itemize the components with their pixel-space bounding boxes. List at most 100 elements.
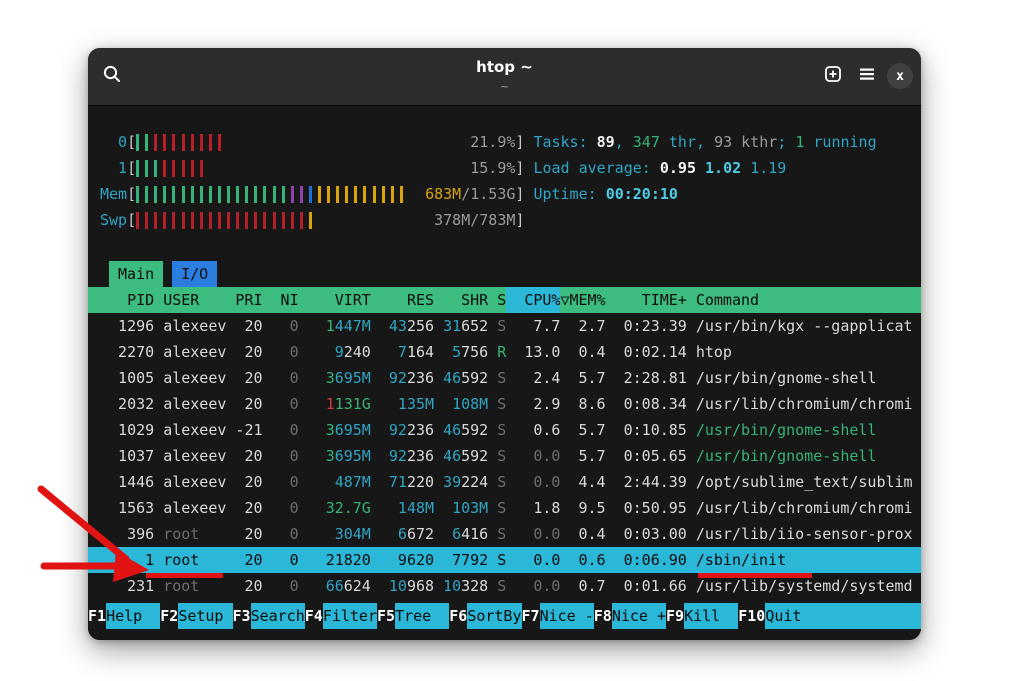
fkey-action-label: Help [106, 603, 160, 629]
meter-bar [373, 186, 376, 203]
cell-shr: 10328 [434, 573, 488, 599]
new-tab-button[interactable] [819, 62, 847, 90]
info-text: 1.02 [705, 159, 750, 177]
cell-mem-percent: 5.7 [569, 365, 605, 391]
process-row[interactable]: 2270alexeev200924071645756R13.00.40:02.1… [88, 339, 921, 365]
process-row[interactable]: 2032alexeev2001131G135M108MS2.98.60:08.3… [88, 391, 921, 417]
menu-button[interactable] [853, 62, 881, 90]
fkey-key-label: F3 [233, 603, 251, 629]
column-header-cpu[interactable]: CPU% [506, 287, 560, 313]
cell-res: 6672 [371, 521, 434, 547]
fkey-action-label: Quit [765, 603, 921, 629]
meter-bar [236, 186, 239, 203]
meter-bars [136, 181, 409, 207]
fkey-setup[interactable]: F2Setup [160, 603, 232, 629]
process-row[interactable]: 396root200304M66726416S0.00.40:03.00/usr… [88, 521, 921, 547]
close-button[interactable]: x [887, 63, 913, 89]
tab-main[interactable]: Main [109, 261, 163, 287]
meter-bar [291, 186, 294, 203]
meter-bar [200, 160, 203, 177]
cell-state: S [488, 313, 506, 339]
cell-cpu-percent: 13.0 [506, 339, 560, 365]
meter-bar [273, 212, 276, 229]
cell-pid: 1005 [100, 365, 154, 391]
terminal: 0[21.9%]Tasks: 89, 347 thr, 93 kthr; 1 r… [88, 107, 921, 640]
meter-line-cpu1: 1[15.9%]Load average: 0.95 1.02 1.19 [100, 155, 921, 181]
process-row-selected[interactable]: 1root2002182096207792S0.00.60:06.90/sbin… [88, 547, 921, 573]
meter-value-text: 15.9% [470, 159, 515, 177]
column-header-virt[interactable]: VIRT [299, 287, 371, 313]
meter-bar [382, 186, 385, 203]
cell-state: S [488, 495, 506, 521]
cell-pri: 20 [235, 469, 262, 495]
info-text: Load average: [533, 159, 659, 177]
cell-res-part: 6 [398, 525, 407, 543]
cell-ni: 0 [263, 313, 299, 339]
cell-ni: 0 [263, 391, 299, 417]
meter-bar [154, 212, 157, 229]
cell-command: /usr/bin/gnome-shell [696, 443, 921, 469]
cell-res: 7164 [371, 339, 434, 365]
fkey-filter[interactable]: F4Filter [305, 603, 377, 629]
meter-bar [172, 212, 175, 229]
meter-line-mem: Mem[683M/1.53G]Uptime: 00:20:10 [100, 181, 921, 207]
fkey-key-label: F5 [377, 603, 395, 629]
process-row[interactable]: 1005alexeev2003695M9223646592S2.45.72:28… [88, 365, 921, 391]
cell-virt-part: 131G [335, 395, 371, 413]
meter-close-bracket: ] [515, 181, 524, 207]
fkey-sortby[interactable]: F6SortBy [449, 603, 521, 629]
new-tab-icon [823, 64, 843, 88]
fkey-help[interactable]: F1Help [88, 603, 160, 629]
meter-value-text: 21.9% [470, 133, 515, 151]
cell-res-part: 236 [407, 369, 434, 387]
column-header-mem[interactable]: MEM% [569, 287, 605, 313]
fkey-nice[interactable]: F8Nice + [594, 603, 666, 629]
cell-shr: 46592 [434, 417, 488, 443]
meter-bar [163, 212, 166, 229]
cell-res-part: 71 [389, 473, 407, 491]
fkey-nice[interactable]: F7Nice - [522, 603, 594, 629]
cell-time: 2:44.39 [606, 469, 687, 495]
cell-res: 92236 [371, 443, 434, 469]
process-row[interactable]: 1446alexeev200487M7122039224S0.04.42:44.… [88, 469, 921, 495]
process-row[interactable]: 1563alexeev20032.7G148M103MS1.89.50:50.9… [88, 495, 921, 521]
cell-shr-part: 5 [452, 343, 461, 361]
meter-bar [254, 186, 257, 203]
column-header-user[interactable]: USER [163, 287, 235, 313]
column-header-ni[interactable]: NI [263, 287, 299, 313]
meter-swp: 378M/783M [136, 207, 515, 233]
cell-command: /usr/bin/kgx --gapplicat [696, 313, 921, 339]
meter-value: 15.9% [470, 155, 515, 181]
cell-ni: 0 [263, 521, 299, 547]
process-row[interactable]: 1296alexeev2001447M4325631652S7.72.70:23… [88, 313, 921, 339]
tab-io[interactable]: I/O [172, 261, 217, 287]
column-header-s[interactable]: S [488, 287, 506, 313]
column-header-pid[interactable]: PID [100, 287, 154, 313]
cell-user: root [163, 573, 235, 599]
cell-res-part: 92 [389, 421, 407, 439]
cell-cpu-percent: 0.0 [506, 443, 560, 469]
fkey-quit[interactable]: F10Quit [738, 603, 921, 629]
cell-shr: 46592 [434, 365, 488, 391]
cell-mem-percent: 2.7 [569, 313, 605, 339]
fkey-kill[interactable]: F9Kill [666, 603, 738, 629]
fkey-tree[interactable]: F5Tree [377, 603, 449, 629]
cell-virt-part: 3 [326, 447, 335, 465]
column-header-cmd[interactable]: Command [696, 287, 921, 313]
meter-bar [200, 134, 203, 151]
fkey-search[interactable]: F3Search [233, 603, 305, 629]
cell-cpu-percent: 0.0 [506, 521, 560, 547]
column-header-shr[interactable]: SHR [434, 287, 488, 313]
cell-state: S [488, 547, 506, 573]
process-row[interactable]: 1029alexeev-2103695M9223646592S0.65.70:1… [88, 417, 921, 443]
column-header-pri[interactable]: PRI [235, 287, 262, 313]
process-row[interactable]: 231root200666241096810328S0.00.70:01.66/… [88, 573, 921, 599]
column-header-res[interactable]: RES [371, 287, 434, 313]
cell-user: alexeev [163, 495, 235, 521]
cell-cpu-percent: 0.0 [506, 469, 560, 495]
process-row[interactable]: 1037alexeev2003695M9223646592S0.05.70:05… [88, 443, 921, 469]
cell-ni: 0 [263, 339, 299, 365]
cell-pid: 1 [100, 547, 154, 573]
cell-res-part: 10 [389, 577, 407, 595]
column-header-time[interactable]: TIME+ [606, 287, 687, 313]
